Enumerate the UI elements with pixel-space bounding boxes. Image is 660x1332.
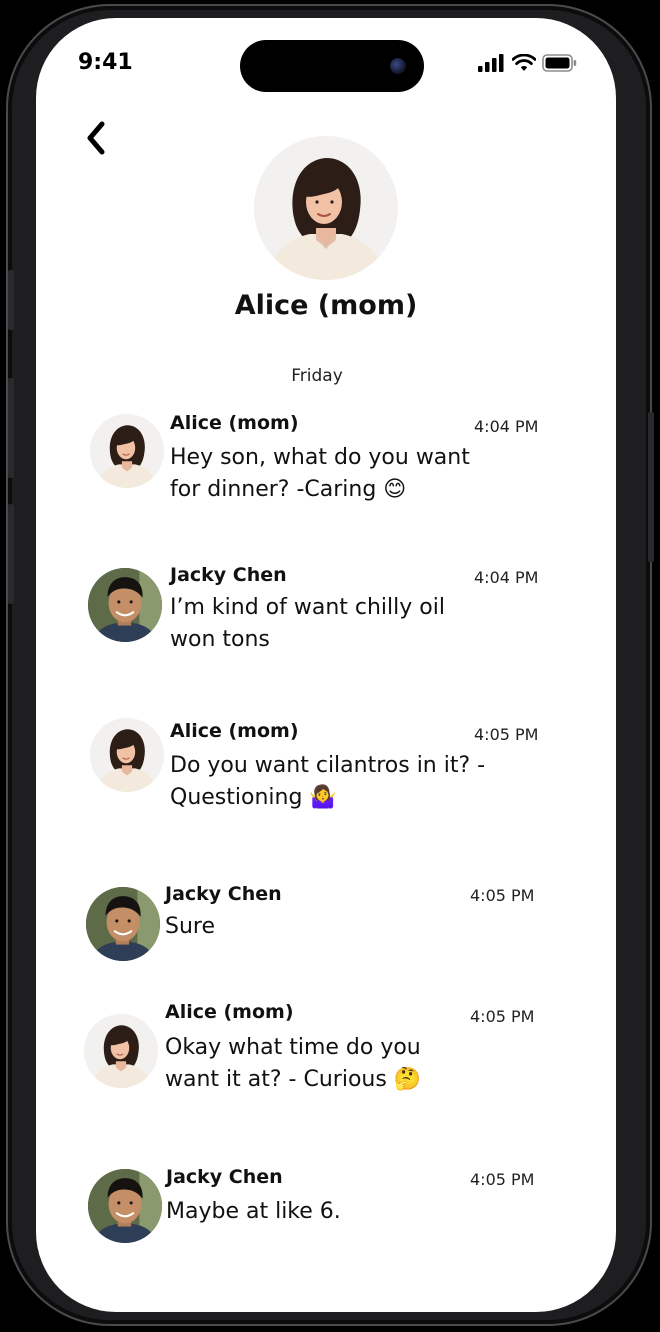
man-avatar-icon	[88, 568, 162, 642]
dynamic-island	[240, 40, 424, 92]
message-avatar	[90, 414, 164, 488]
phone-screen: 9:41 Alice (mom) Friday Alice (mom) 4:04…	[36, 18, 616, 1312]
contact-avatar	[254, 136, 398, 280]
message-text: Sure	[165, 914, 216, 939]
message-sender: Alice (mom)	[170, 412, 299, 434]
message-sender: Jacky Chen	[170, 564, 287, 586]
power-button	[648, 412, 654, 562]
message-text: I’m kind of want chilly oil won tons	[170, 595, 445, 652]
volume-up-button	[8, 378, 14, 478]
message-avatar	[90, 718, 164, 792]
message-time: 4:05 PM	[470, 1007, 535, 1026]
back-button[interactable]	[82, 120, 112, 156]
message-sender: Jacky Chen	[166, 1166, 283, 1188]
day-separator: Friday	[291, 366, 343, 386]
message-text: Do you want cilantros in it? - Questioni…	[170, 753, 486, 810]
wifi-icon	[512, 54, 536, 71]
message-avatar	[88, 568, 162, 642]
status-time: 9:41	[78, 50, 133, 75]
signal-icon	[478, 54, 504, 72]
battery-icon	[542, 54, 577, 72]
woman-avatar-icon	[254, 136, 398, 280]
woman-avatar-icon	[84, 1014, 158, 1088]
message-time: 4:05 PM	[474, 725, 539, 744]
volume-down-button	[8, 504, 14, 604]
status-icons	[478, 54, 588, 72]
message-time: 4:05 PM	[470, 886, 535, 905]
woman-avatar-icon	[90, 414, 164, 488]
action-button	[8, 270, 14, 330]
chevron-left-icon	[87, 121, 105, 155]
message-avatar	[84, 1014, 158, 1088]
message-text: Okay what time do you want it at? - Curi…	[165, 1035, 422, 1092]
message-sender: Jacky Chen	[165, 883, 282, 905]
contact-name: Alice (mom)	[234, 290, 418, 321]
message-avatar	[88, 1169, 162, 1243]
man-avatar-icon	[86, 887, 160, 961]
message-avatar	[86, 887, 160, 961]
message-time: 4:04 PM	[474, 568, 539, 587]
message-sender: Alice (mom)	[170, 720, 299, 742]
message-time: 4:04 PM	[474, 417, 539, 436]
man-avatar-icon	[88, 1169, 162, 1243]
message-time: 4:05 PM	[470, 1170, 535, 1189]
message-text: Maybe at like 6.	[166, 1199, 341, 1224]
message-text: Hey son, what do you want for dinner? -C…	[170, 445, 470, 502]
camera-lens	[390, 58, 406, 74]
message-sender: Alice (mom)	[165, 1001, 294, 1023]
woman-avatar-icon	[90, 718, 164, 792]
